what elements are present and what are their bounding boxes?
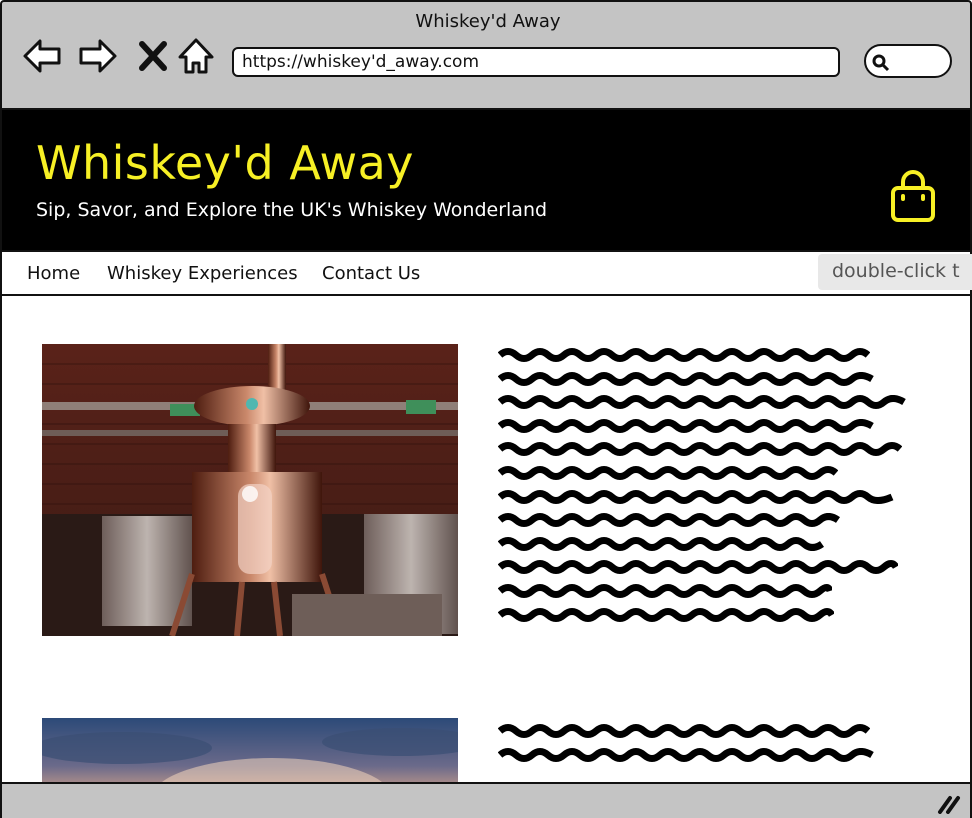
- paragraph-placeholder: [498, 348, 918, 631]
- content-area: [0, 296, 972, 784]
- site-header: Whiskey'd Away Sip, Savor, and Explore t…: [0, 110, 972, 250]
- tooltip: double-click t: [818, 254, 972, 290]
- nav-whiskey-experiences[interactable]: Whiskey Experiences: [107, 263, 298, 284]
- window-title: Whiskey'd Away: [415, 11, 561, 32]
- address-bar[interactable]: https://whiskey'd_away.com: [232, 47, 840, 77]
- resize-grip-icon[interactable]: [936, 794, 962, 814]
- site-tagline: Sip, Savor, and Explore the UK's Whiskey…: [36, 199, 548, 221]
- sunset-sky-photo: [42, 718, 458, 784]
- nav-home[interactable]: Home: [27, 263, 80, 284]
- home-icon[interactable]: [176, 36, 216, 76]
- nav-contact-us[interactable]: Contact Us: [322, 263, 420, 284]
- browser-search-field[interactable]: [864, 44, 952, 78]
- forward-arrow-icon[interactable]: [78, 36, 118, 76]
- paragraph-placeholder: [498, 724, 918, 771]
- shopping-bag-icon[interactable]: [887, 170, 939, 224]
- close-x-icon[interactable]: [134, 36, 174, 76]
- copper-still-photo: [42, 344, 458, 636]
- search-icon: [872, 54, 890, 72]
- site-title: Whiskey'd Away: [36, 136, 415, 190]
- browser-status-bar: [0, 782, 972, 818]
- back-arrow-icon[interactable]: [22, 36, 62, 76]
